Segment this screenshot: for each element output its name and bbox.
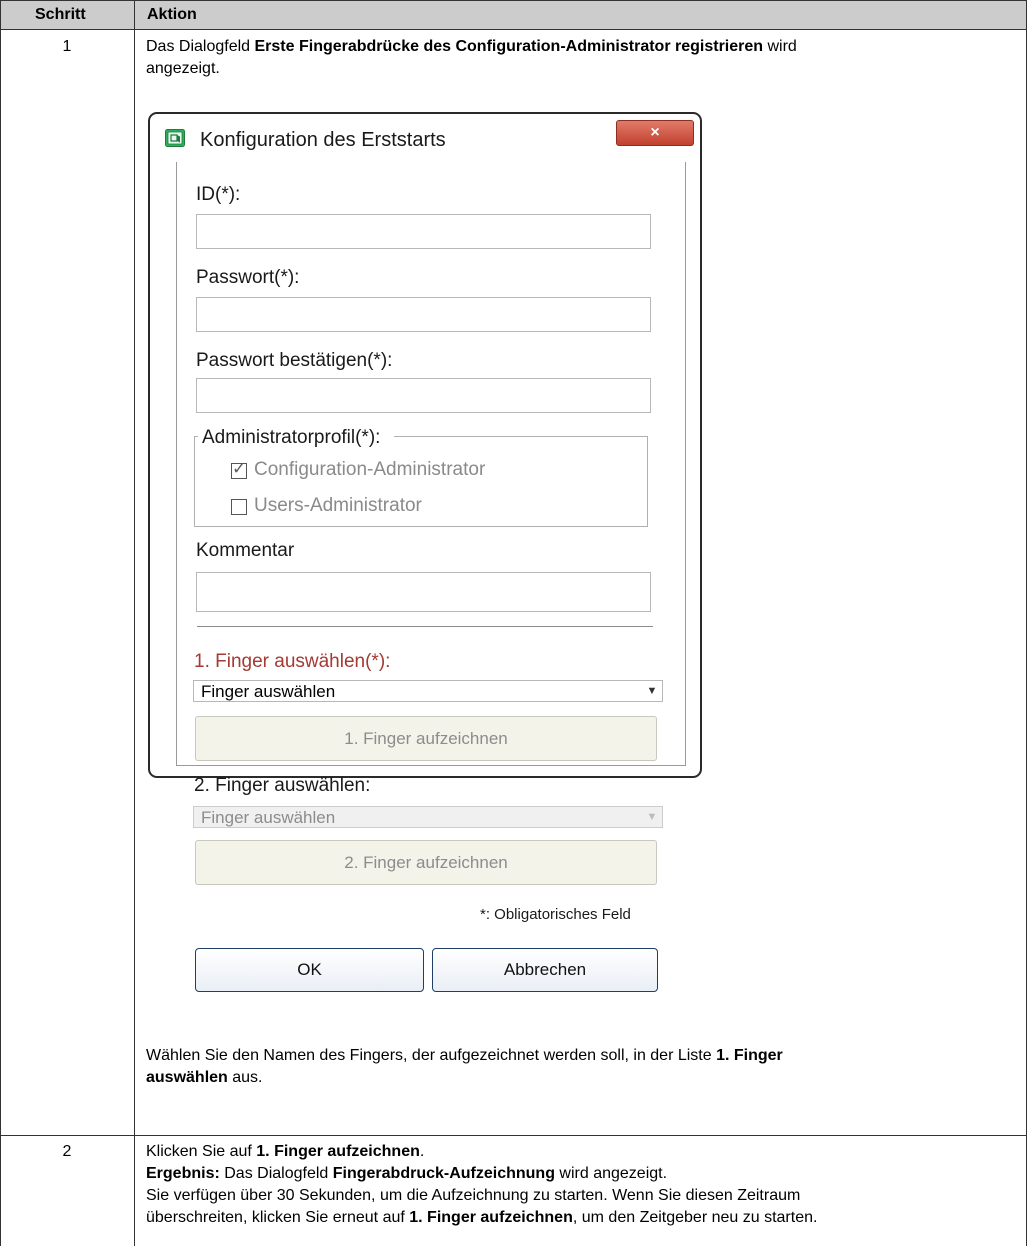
header-divider — [0, 29, 1027, 30]
password-confirm-label: Passwort bestätigen(*): — [196, 350, 393, 371]
header-step: Schritt — [35, 6, 86, 23]
finger1-select-value: Finger auswählen — [201, 682, 336, 701]
dropdown-arrow-icon: ▼ — [646, 685, 658, 697]
column-divider — [134, 0, 135, 1246]
password-input[interactable] — [196, 297, 651, 332]
table-border-left — [0, 0, 1, 1246]
close-button[interactable]: × — [616, 120, 694, 146]
id-label: ID(*): — [196, 184, 241, 205]
checkbox-checked-icon: ✓ — [231, 459, 247, 479]
id-input[interactable] — [196, 214, 651, 249]
separator — [197, 626, 653, 627]
comment-input[interactable] — [196, 572, 651, 612]
finger2-label: 2. Finger auswählen: — [194, 775, 371, 796]
header-action: Aktion — [147, 6, 197, 23]
instruction-table: Schritt Aktion 1 Das Dialogfeld Erste Fi… — [0, 0, 1027, 1246]
finger2-select-value: Finger auswählen — [201, 808, 336, 827]
dialog-title: Konfiguration des Erststarts — [200, 129, 446, 151]
record-finger1-button[interactable]: 1. Finger aufzeichnen — [195, 716, 657, 761]
finger1-select[interactable]: Finger auswählen ▼ — [193, 680, 663, 702]
table-border-top — [0, 0, 1027, 1]
step1-instruction: Wählen Sie den Namen des Fingers, der au… — [146, 1047, 783, 1086]
step-number-2: 2 — [62, 1143, 72, 1160]
finger2-select[interactable]: Finger auswählen ▼ — [193, 806, 663, 828]
password-label: Passwort(*): — [196, 267, 300, 288]
close-icon: × — [650, 124, 660, 141]
admin-profile-legend: Administratorprofil(*): — [198, 427, 395, 449]
checkbox-unchecked-icon — [231, 499, 247, 515]
dialog-titlebar: Konfiguration des Erststarts × — [150, 114, 700, 162]
config-admin-label: Configuration-Administrator — [254, 459, 486, 480]
users-admin-label: Users-Administrator — [254, 495, 422, 516]
step-number-1: 1 — [62, 38, 72, 55]
step1-intro: Das Dialogfeld Erste Fingerabdrücke des … — [146, 38, 797, 77]
ok-button[interactable]: OK — [195, 948, 424, 992]
row-divider — [0, 1135, 1027, 1136]
dropdown-arrow-icon: ▼ — [646, 811, 658, 823]
comment-label: Kommentar — [196, 540, 295, 561]
step2-text: Klicken Sie auf 1. Finger aufzeichnen. E… — [146, 1143, 818, 1226]
mandatory-note: *: Obligatorisches Feld — [480, 906, 631, 923]
cancel-button[interactable]: Abbrechen — [432, 948, 658, 992]
password-confirm-input[interactable] — [196, 378, 651, 413]
finger1-label: 1. Finger auswählen(*): — [194, 651, 391, 672]
app-icon — [165, 129, 185, 147]
record-finger2-button[interactable]: 2. Finger aufzeichnen — [195, 840, 657, 885]
